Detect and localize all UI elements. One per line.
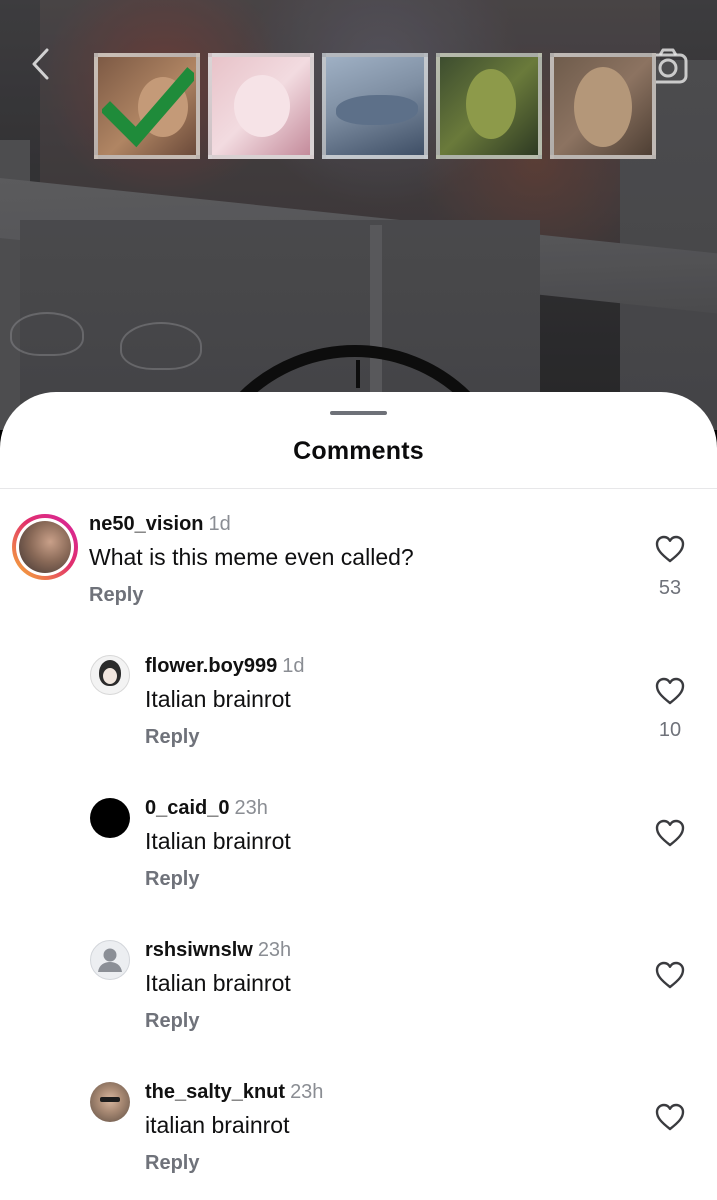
comment-header: 0_caid_0 23h — [145, 797, 268, 820]
sheet-divider — [0, 488, 717, 489]
avatar[interactable] — [12, 514, 78, 580]
avatar-photo-detail — [103, 668, 117, 684]
comments-sheet: Comments ne50_vision 1d What is this meme… — [0, 392, 717, 1200]
thumbnail-figure — [336, 95, 418, 125]
comment-header: the_salty_knut 23h — [145, 1081, 323, 1104]
timestamp: 23h — [290, 1081, 324, 1103]
comment-text: Italian brainrot — [145, 828, 291, 854]
comment-header: rshsiwnslw 23h — [145, 939, 291, 962]
username[interactable]: ne50_vision — [89, 513, 204, 535]
reply-button[interactable]: Reply — [89, 584, 143, 607]
like-button[interactable] — [652, 532, 688, 566]
like-button[interactable] — [652, 958, 688, 992]
meme-thumbnail-4 — [436, 53, 542, 159]
thumbnail-figure — [234, 75, 290, 137]
username[interactable]: rshsiwnslw — [145, 939, 253, 961]
avatar[interactable] — [90, 940, 130, 980]
chevron-left-icon — [32, 48, 49, 80]
checkmark-icon — [102, 67, 194, 148]
thumbnail-figure — [466, 69, 516, 139]
timestamp: 23h — [234, 797, 268, 819]
avatar-image — [16, 518, 74, 576]
reply-button[interactable]: Reply — [145, 868, 199, 891]
thumbnail-figure — [574, 67, 632, 147]
avatar-photo-detail — [100, 1097, 120, 1102]
meme-thumbnail-5 — [550, 53, 656, 159]
comment-text: What is this meme even called? — [89, 544, 414, 570]
timestamp: 1d — [282, 655, 305, 677]
heart-icon — [655, 819, 685, 847]
back-button[interactable] — [22, 44, 58, 84]
comment-text: Italian brainrot — [145, 686, 291, 712]
heart-icon — [655, 535, 685, 563]
comment-text: italian brainrot — [145, 1112, 290, 1138]
heart-icon — [655, 677, 685, 705]
reply-button[interactable]: Reply — [145, 1152, 199, 1175]
timestamp: 23h — [257, 939, 292, 961]
username[interactable]: flower.boy999 — [145, 655, 277, 677]
meme-thumbnail-strip — [94, 53, 656, 159]
meme-thumbnail-2 — [208, 53, 314, 159]
sheet-title: Comments — [293, 437, 424, 465]
avatar-photo — [19, 521, 71, 573]
like-count: 10 — [658, 719, 682, 741]
username[interactable]: 0_caid_0 — [145, 797, 230, 819]
comment-header: flower.boy999 1d — [145, 655, 305, 678]
username[interactable]: the_salty_knut — [145, 1081, 285, 1103]
timestamp: 1d — [208, 513, 231, 535]
meme-thumbnail-1 — [94, 53, 200, 159]
like-button[interactable] — [652, 816, 688, 850]
like-button[interactable] — [652, 674, 688, 708]
reply-button[interactable]: Reply — [145, 1010, 199, 1033]
like-button[interactable] — [652, 1100, 688, 1134]
comment-text: Italian brainrot — [145, 970, 291, 996]
avatar[interactable] — [90, 798, 130, 838]
heart-icon — [655, 1103, 685, 1131]
sheet-grabber[interactable] — [330, 411, 387, 415]
heart-icon — [655, 961, 685, 989]
comment-header: ne50_vision 1d — [89, 513, 231, 536]
avatar[interactable] — [90, 1082, 130, 1122]
like-count: 53 — [658, 577, 682, 599]
reply-button[interactable]: Reply — [145, 726, 199, 749]
avatar[interactable] — [90, 655, 130, 695]
meme-thumbnail-3 — [322, 53, 428, 159]
video-background — [0, 0, 717, 430]
default-user-icon — [98, 948, 122, 972]
